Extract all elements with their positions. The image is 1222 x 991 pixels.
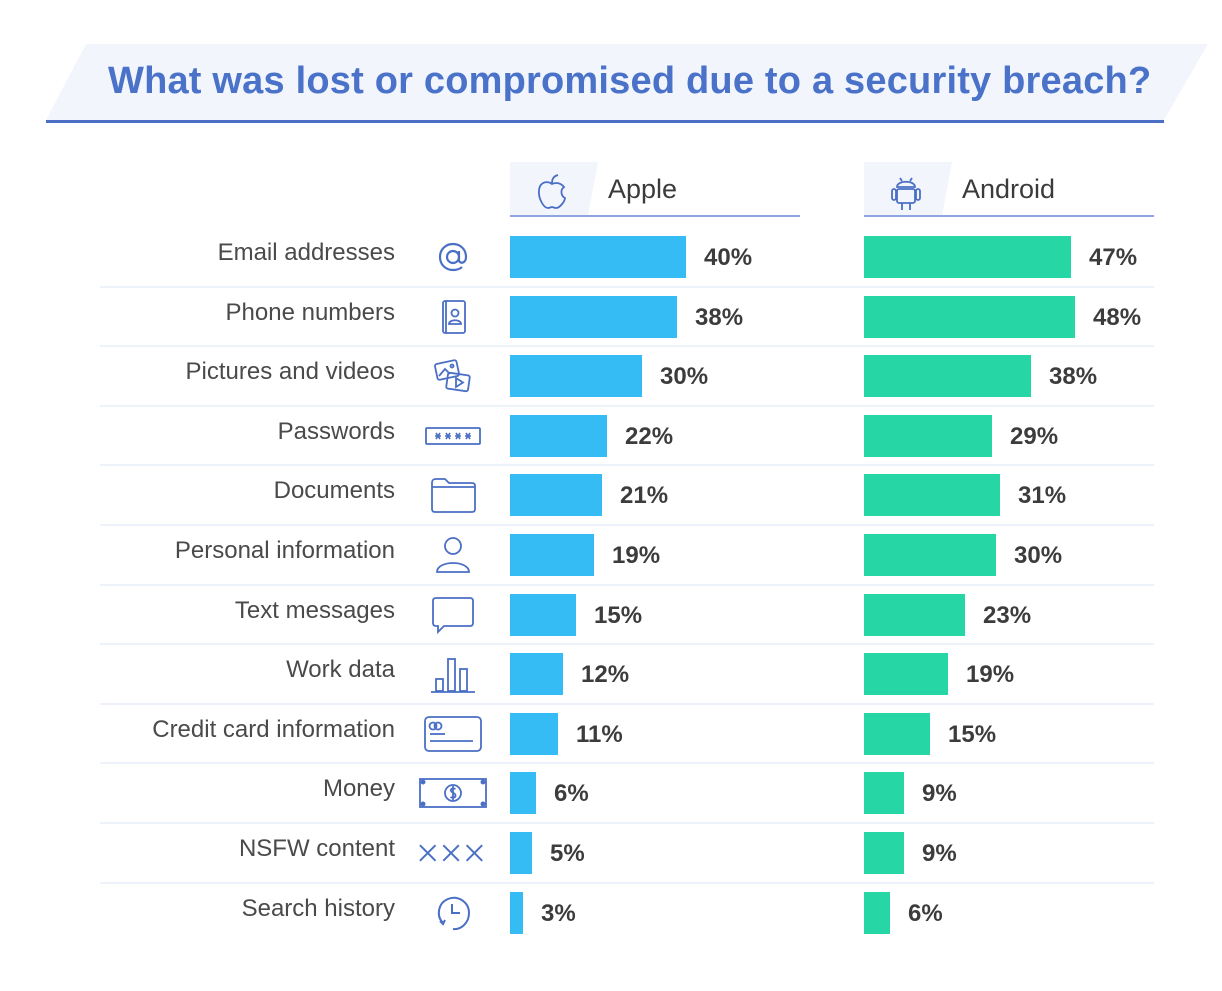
row-separator bbox=[100, 286, 1154, 288]
value-label-android: 29% bbox=[1010, 423, 1059, 450]
folder-icon bbox=[418, 473, 488, 517]
row-separator bbox=[100, 762, 1154, 764]
credit-card-icon bbox=[418, 712, 488, 756]
bar-apple bbox=[510, 296, 677, 338]
bar-android bbox=[864, 474, 1000, 516]
history-clock-icon bbox=[418, 891, 488, 935]
bar-chart-icon bbox=[418, 652, 488, 696]
value-label-android: 38% bbox=[1049, 363, 1098, 390]
bar-android bbox=[864, 772, 904, 814]
row-separator bbox=[100, 405, 1154, 407]
category-label: Search history bbox=[241, 895, 395, 922]
bar-apple bbox=[510, 534, 594, 576]
value-label-apple: 22% bbox=[625, 423, 674, 450]
value-label-apple: 15% bbox=[594, 602, 643, 629]
bar-apple bbox=[510, 474, 602, 516]
legend-label-android: Android bbox=[962, 174, 1056, 204]
legend-underline bbox=[510, 215, 800, 217]
value-label-android: 47% bbox=[1089, 244, 1138, 271]
bar-apple bbox=[510, 653, 563, 695]
row-separator bbox=[100, 464, 1154, 466]
value-label-apple: 21% bbox=[620, 482, 669, 509]
category-label: NSFW content bbox=[238, 835, 395, 862]
category-label: Documents bbox=[273, 477, 395, 504]
value-label-apple: 6% bbox=[554, 780, 589, 807]
value-label-apple: 30% bbox=[660, 363, 709, 390]
category-label: Text messages bbox=[234, 597, 395, 624]
bar-apple bbox=[510, 892, 523, 934]
value-label-android: 9% bbox=[922, 840, 957, 867]
bar-android bbox=[864, 832, 904, 874]
value-label-android: 9% bbox=[922, 780, 957, 807]
bar-android bbox=[864, 653, 948, 695]
row-separator bbox=[100, 643, 1154, 645]
title-underline bbox=[46, 120, 1164, 123]
value-label-apple: 11% bbox=[576, 721, 623, 748]
row-separator bbox=[100, 822, 1154, 824]
legend-label-apple: Apple bbox=[608, 174, 678, 204]
bar-android bbox=[864, 296, 1075, 338]
bar-android bbox=[864, 892, 890, 934]
row-separator bbox=[100, 882, 1154, 884]
value-label-apple: 40% bbox=[704, 244, 753, 271]
category-label: Passwords bbox=[277, 418, 395, 445]
bar-android bbox=[864, 415, 992, 457]
category-label: Email addresses bbox=[217, 239, 395, 266]
bar-apple bbox=[510, 713, 558, 755]
category-label: Pictures and videos bbox=[185, 358, 395, 385]
category-label: Phone numbers bbox=[225, 299, 395, 326]
legend-android: Android bbox=[864, 162, 1156, 218]
value-label-android: 30% bbox=[1014, 542, 1063, 569]
value-label-android: 6% bbox=[908, 900, 943, 927]
value-label-android: 48% bbox=[1093, 304, 1142, 331]
row-separator bbox=[100, 524, 1154, 526]
legend-apple: Apple bbox=[510, 162, 802, 218]
bar-android bbox=[864, 713, 930, 755]
legend-underline bbox=[864, 215, 1154, 217]
value-label-android: 23% bbox=[983, 602, 1032, 629]
bar-android bbox=[864, 534, 996, 576]
bar-apple bbox=[510, 594, 576, 636]
category-label: Personal information bbox=[174, 537, 395, 564]
bar-android bbox=[864, 236, 1071, 278]
chart-title: What was lost or compromised due to a se… bbox=[108, 60, 1152, 102]
value-label-apple: 3% bbox=[541, 900, 576, 927]
banknote-icon bbox=[418, 771, 488, 815]
at-sign-icon bbox=[418, 235, 488, 279]
bar-apple bbox=[510, 415, 607, 457]
chat-bubble-icon bbox=[418, 593, 488, 637]
category-label: Work data bbox=[286, 656, 395, 683]
value-label-apple: 19% bbox=[612, 542, 661, 569]
bar-apple bbox=[510, 772, 536, 814]
value-label-android: 31% bbox=[1018, 482, 1067, 509]
row-separator bbox=[100, 584, 1154, 586]
row-separator bbox=[100, 703, 1154, 705]
value-label-android: 15% bbox=[948, 721, 997, 748]
contact-book-icon bbox=[418, 295, 488, 339]
bar-apple bbox=[510, 236, 686, 278]
bar-android bbox=[864, 355, 1031, 397]
bar-apple bbox=[510, 832, 532, 874]
bar-android bbox=[864, 594, 965, 636]
category-label: Credit card information bbox=[152, 716, 395, 743]
value-label-apple: 5% bbox=[550, 840, 585, 867]
value-label-apple: 38% bbox=[695, 304, 744, 331]
value-label-apple: 12% bbox=[581, 661, 630, 688]
android-logo-icon bbox=[884, 170, 928, 219]
photo-video-icon bbox=[418, 354, 488, 398]
person-icon bbox=[418, 533, 488, 577]
category-label: Money bbox=[322, 775, 395, 802]
xxx-icon bbox=[418, 831, 488, 875]
row-separator bbox=[100, 345, 1154, 347]
apple-logo-icon bbox=[530, 170, 574, 219]
bar-apple bbox=[510, 355, 642, 397]
value-label-android: 19% bbox=[966, 661, 1015, 688]
password-field-icon bbox=[418, 414, 488, 458]
